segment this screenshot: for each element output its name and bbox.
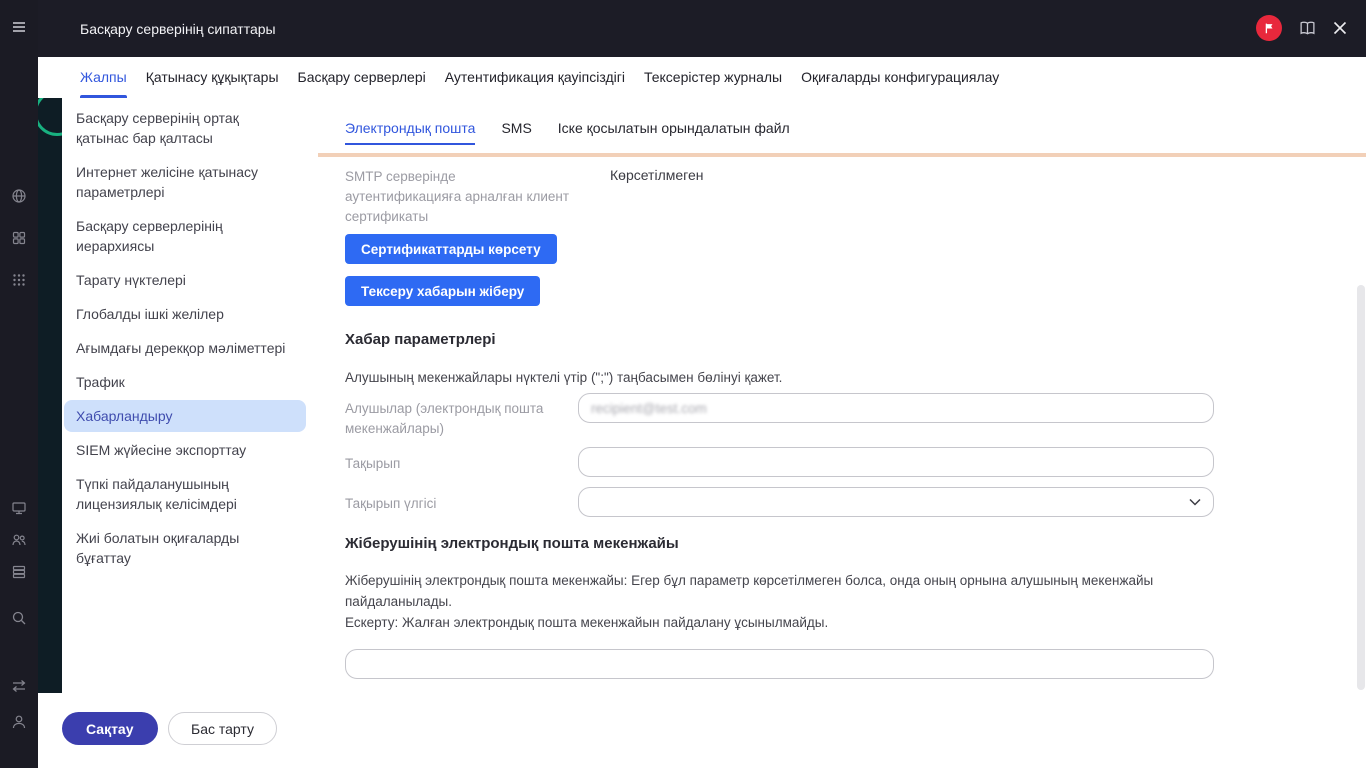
sender-address-input[interactable] (345, 649, 1214, 679)
subject-template-select[interactable] (578, 487, 1214, 517)
support-flag-icon[interactable] (1256, 15, 1282, 41)
apps-dots-icon[interactable] (11, 272, 27, 288)
show-certificates-button[interactable]: Сертификаттарды көрсету (345, 234, 557, 264)
smtp-cert-value: Көрсетілмеген (610, 167, 704, 183)
logo-ring-decoration (38, 98, 62, 136)
settings-section-list: Басқару серверінің ортақ қатынас бар қал… (62, 100, 318, 576)
sidebar-item-siem-export[interactable]: SIEM жүйесіне экспорттау (64, 434, 306, 466)
search-icon[interactable] (11, 610, 27, 626)
window-titlebar: Басқару серверінің сипаттары (38, 0, 1366, 57)
recipients-value: recipient@test.com (591, 400, 707, 416)
sidebar-item-distribution-points[interactable]: Тарату нүктелері (64, 264, 306, 296)
sidebar-item-eula[interactable]: Түпкі пайдаланушының лицензиялық келісім… (64, 468, 306, 520)
users-icon[interactable] (11, 532, 27, 548)
window-title: Басқару серверінің сипаттары (80, 21, 276, 37)
menu-icon[interactable] (11, 19, 27, 35)
servers-icon[interactable] (11, 564, 27, 580)
tab-audit-log[interactable]: Тексерістер журналы (644, 57, 782, 98)
sidebar-item-frequent-events[interactable]: Жиі болатын оқиғаларды бұғаттау (64, 522, 306, 574)
subject-template-label: Тақырып үлгісі (345, 496, 437, 511)
sender-hint-text: Жіберушінің электрондық пошта мекенжайы:… (345, 573, 1154, 609)
save-button[interactable]: Сақтау (62, 712, 158, 745)
message-parameters-heading: Хабар параметрлері (345, 331, 496, 348)
sidebar-item-global-subnets[interactable]: Глобалды ішкі желілер (64, 298, 306, 330)
sidebar-item-notifications[interactable]: Хабарландыру (64, 400, 306, 432)
sender-address-heading: Жіберушінің электрондық пошта мекенжайы (345, 535, 679, 552)
monitor-icon[interactable] (11, 500, 27, 516)
sender-note-text: Ескерту: Жалған электрондық пошта мекенж… (345, 615, 829, 630)
person-icon[interactable] (11, 714, 27, 730)
console-rail (0, 0, 38, 768)
recipients-input[interactable]: recipient@test.com (578, 393, 1214, 423)
recipients-label: Алушылар (электрондық пошта мекенжайлары… (345, 401, 544, 436)
grid-icon[interactable] (11, 230, 27, 246)
send-test-message-button[interactable]: Тексеру хабарын жіберу (345, 276, 541, 306)
subtabs-divider (318, 153, 1366, 157)
sidebar-item-internet-access[interactable]: Интернет желісіне қатынасу параметрлері (64, 156, 306, 208)
subtab-email[interactable]: Электрондық пошта (345, 120, 476, 145)
tab-access-rights[interactable]: Қатынасу құқықтары (146, 57, 279, 98)
tab-event-configuration[interactable]: Оқиғаларды конфигурациялау (801, 57, 999, 98)
smtp-cert-label: SMTP серверінде аутентификацияға арналға… (345, 169, 570, 224)
sidebar-item-server-hierarchy[interactable]: Басқару серверлерінің иерархиясы (64, 210, 306, 262)
tab-authentication-security[interactable]: Аутентификация қауіпсіздігі (445, 57, 625, 98)
subject-input[interactable] (578, 447, 1214, 477)
notification-settings-panel: Электрондық пошта SMS Іске қосылатын оры… (318, 98, 1366, 693)
subtab-executable-file[interactable]: Іске қосылатын орындалатын файл (558, 120, 790, 145)
vertical-scrollbar (1357, 160, 1365, 693)
sidebar-item-database-info[interactable]: Ағымдағы дерекқор мәліметтері (64, 332, 306, 364)
globe-icon[interactable] (11, 188, 27, 204)
dialog-footer: Сақтау Бас тарту (38, 693, 1366, 768)
scrollbar-thumb[interactable] (1357, 285, 1365, 690)
sidebar-item-shared-folder[interactable]: Басқару серверінің ортақ қатынас бар қал… (64, 102, 306, 154)
cancel-button[interactable]: Бас тарту (168, 712, 277, 745)
subject-label: Тақырып (345, 456, 401, 471)
chevron-down-icon (1189, 498, 1201, 506)
tab-administration-servers[interactable]: Басқару серверлері (298, 57, 426, 98)
properties-tabs: Жалпы Қатынасу құқықтары Басқару серверл… (38, 57, 1366, 98)
transfer-icon[interactable] (11, 678, 27, 694)
recipients-separator-hint: Алушының мекенжайлары нүктелі үтір (";")… (345, 370, 783, 385)
sender-address-hint: Жіберушінің электрондық пошта мекенжайы:… (345, 570, 1230, 633)
tab-general[interactable]: Жалпы (80, 57, 127, 98)
sidebar-item-traffic[interactable]: Трафик (64, 366, 306, 398)
subtab-sms[interactable]: SMS (501, 120, 531, 145)
console-background-strip (38, 98, 62, 693)
notification-subtabs: Электрондық пошта SMS Іске қосылатын оры… (345, 120, 790, 145)
close-icon[interactable] (1333, 21, 1347, 35)
manual-book-icon[interactable] (1299, 20, 1316, 37)
